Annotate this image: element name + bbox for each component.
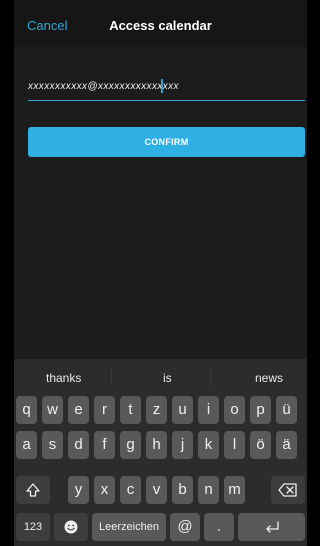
- key-oe[interactable]: ö: [250, 431, 271, 459]
- return-key[interactable]: [238, 513, 305, 541]
- dot-key[interactable]: .: [204, 513, 234, 541]
- emoji-key[interactable]: [54, 513, 88, 541]
- suggestion-divider: [111, 368, 112, 386]
- key-o[interactable]: o: [224, 396, 245, 424]
- key-x[interactable]: x: [94, 476, 115, 504]
- key-v[interactable]: v: [146, 476, 167, 504]
- key-i[interactable]: i: [198, 396, 219, 424]
- key-ue[interactable]: ü: [276, 396, 297, 424]
- suggestion-is[interactable]: is: [163, 371, 172, 385]
- navigation-bar: Cancel Access calendar: [14, 0, 307, 47]
- text-caret: [161, 79, 163, 93]
- keyboard: thanks is news q w e r t z u i o p ü a s…: [14, 359, 307, 546]
- key-l[interactable]: l: [224, 431, 245, 459]
- emoji-icon: [64, 520, 78, 534]
- key-t[interactable]: t: [120, 396, 141, 424]
- key-s[interactable]: s: [42, 431, 63, 459]
- key-u[interactable]: u: [172, 396, 193, 424]
- key-d[interactable]: d: [68, 431, 89, 459]
- key-m[interactable]: m: [224, 476, 245, 504]
- key-f[interactable]: f: [94, 431, 115, 459]
- confirm-button[interactable]: CONFIRM: [28, 127, 305, 157]
- suggestion-news[interactable]: news: [255, 371, 283, 385]
- key-p[interactable]: p: [250, 396, 271, 424]
- key-r[interactable]: r: [94, 396, 115, 424]
- key-k[interactable]: k: [198, 431, 219, 459]
- backspace-icon: [278, 483, 297, 497]
- shift-key[interactable]: [16, 476, 50, 504]
- key-h[interactable]: h: [146, 431, 167, 459]
- at-key[interactable]: @: [170, 513, 200, 541]
- suggestion-bar: thanks is news: [14, 359, 307, 395]
- backspace-key[interactable]: [271, 476, 305, 504]
- form-area: xxxxxxxxxxx@xxxxxxxxxxxxxxx CONFIRM: [14, 47, 307, 359]
- suggestion-thanks[interactable]: thanks: [46, 371, 81, 385]
- key-j[interactable]: j: [172, 431, 193, 459]
- key-y[interactable]: y: [68, 476, 89, 504]
- app-screen: Cancel Access calendar xxxxxxxxxxx@xxxxx…: [14, 0, 307, 546]
- suggestion-divider: [210, 368, 211, 386]
- email-field[interactable]: xxxxxxxxxxx@xxxxxxxxxxxxxxx: [28, 76, 305, 101]
- shift-icon: [26, 483, 40, 497]
- key-z[interactable]: z: [146, 396, 167, 424]
- page-title: Access calendar: [109, 18, 212, 33]
- space-key[interactable]: Leerzeichen: [92, 513, 166, 541]
- numbers-key[interactable]: 123: [16, 513, 50, 541]
- email-value: xxxxxxxxxxx@xxxxxxxxxxxxxxx: [28, 81, 179, 92]
- return-icon: [265, 521, 279, 533]
- key-g[interactable]: g: [120, 431, 141, 459]
- key-e[interactable]: e: [68, 396, 89, 424]
- key-b[interactable]: b: [172, 476, 193, 504]
- key-n[interactable]: n: [198, 476, 219, 504]
- key-a[interactable]: a: [16, 431, 37, 459]
- key-ae[interactable]: ä: [276, 431, 297, 459]
- key-q[interactable]: q: [16, 396, 37, 424]
- key-w[interactable]: w: [42, 396, 63, 424]
- key-c[interactable]: c: [120, 476, 141, 504]
